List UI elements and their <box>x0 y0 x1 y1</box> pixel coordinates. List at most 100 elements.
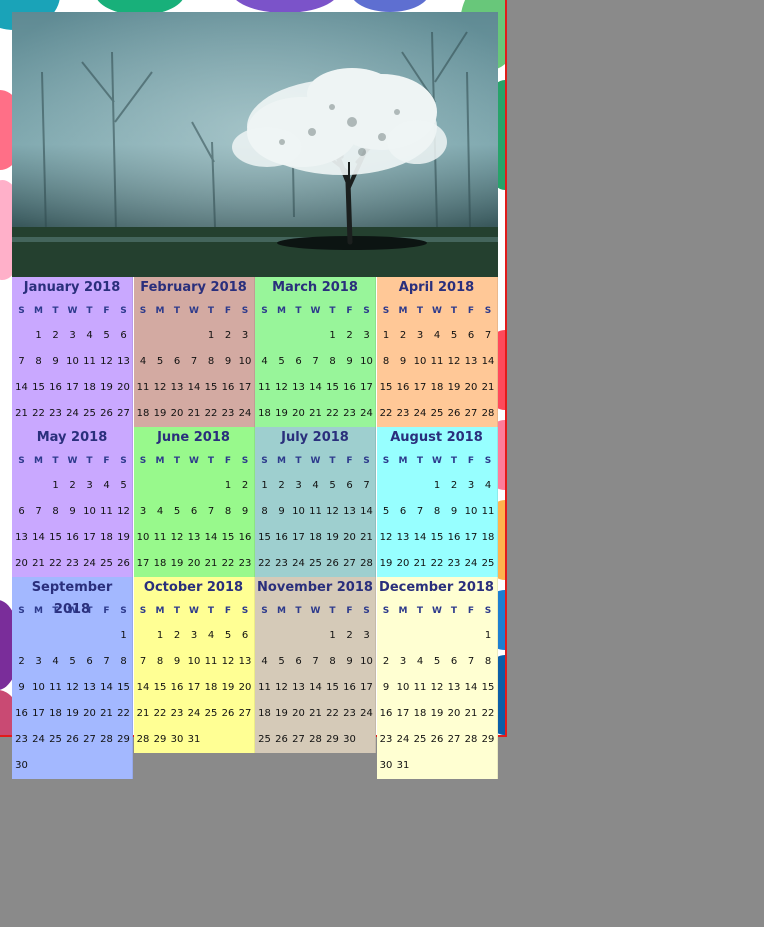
day-cell: 18 <box>49 708 62 719</box>
day-cell: 9 <box>399 356 407 367</box>
day-cell: 5 <box>433 656 441 667</box>
day-cell: 28 <box>309 734 322 745</box>
day-cell: 5 <box>382 506 390 517</box>
day-cell: 6 <box>295 656 302 667</box>
day-cell: 1 <box>433 480 441 491</box>
day-cell: 4 <box>484 480 492 491</box>
weekday-label: S <box>382 306 390 316</box>
day-cell: 18 <box>204 682 218 693</box>
day-cell: 25 <box>204 708 218 719</box>
day-cell: 19 <box>326 532 339 543</box>
weekday-label: S <box>120 606 127 616</box>
day-cell: 10 <box>360 356 373 367</box>
day-cell: 24 <box>413 408 427 419</box>
weekday-label: T <box>207 606 215 616</box>
day-cell: 12 <box>275 682 288 693</box>
day-cell: 10 <box>464 506 478 517</box>
day-cell: 26 <box>117 558 130 569</box>
day-cell: 22 <box>117 708 130 719</box>
day-cell: 16 <box>238 532 252 543</box>
day-cell: 1 <box>52 480 59 491</box>
day-cell: 4 <box>261 656 268 667</box>
day-cell: 10 <box>413 356 427 367</box>
day-cell: 3 <box>86 480 93 491</box>
weekday-label: W <box>189 456 199 466</box>
weekday-label: T <box>329 306 336 316</box>
day-cell: 24 <box>83 558 96 569</box>
day-cell: 5 <box>278 356 285 367</box>
day-cell: 22 <box>204 408 218 419</box>
day-cell: 4 <box>261 356 268 367</box>
weekday-label: T <box>52 306 59 316</box>
day-cell: 5 <box>103 330 110 341</box>
weekday-label: F <box>224 606 232 616</box>
day-cell: 23 <box>66 558 79 569</box>
day-cell: 4 <box>103 480 110 491</box>
weekday-label: S <box>139 606 147 616</box>
weekday-label: S <box>382 456 390 466</box>
empty-day-cell <box>256 623 273 649</box>
day-cell: 3 <box>363 330 370 341</box>
day-cell: 16 <box>343 682 356 693</box>
empty-day-cell <box>463 623 480 649</box>
day-cell: 22 <box>49 558 62 569</box>
day-cell: 8 <box>329 356 336 367</box>
day-cell: 12 <box>170 532 184 543</box>
weekday-label: T <box>416 306 424 316</box>
day-cell: 2 <box>18 656 25 667</box>
day-cell: 3 <box>295 480 302 491</box>
day-cell: 2 <box>69 480 76 491</box>
day-cell: 25 <box>430 408 444 419</box>
weekday-label: M <box>277 456 286 466</box>
day-cell: 10 <box>136 532 150 543</box>
day-cell: 23 <box>379 734 393 745</box>
day-cell: 17 <box>292 532 305 543</box>
weekday-label: T <box>450 306 458 316</box>
day-cell: 22 <box>326 408 339 419</box>
day-cell: 14 <box>32 532 45 543</box>
day-cell: 11 <box>258 382 271 393</box>
day-cell: 7 <box>190 356 198 367</box>
day-cell: 3 <box>69 330 76 341</box>
month-title: April 2018 <box>398 280 475 295</box>
day-cell: 2 <box>346 330 353 341</box>
day-cell: 12 <box>275 382 288 393</box>
day-cell: 11 <box>430 356 444 367</box>
day-cell: 18 <box>481 532 495 543</box>
day-cell: 25 <box>258 734 271 745</box>
day-cell: 18 <box>258 408 271 419</box>
day-cell: 4 <box>86 330 93 341</box>
day-cell: 30 <box>15 760 28 771</box>
day-cell: 5 <box>450 330 458 341</box>
day-cell: 24 <box>396 734 410 745</box>
day-cell: 23 <box>343 408 356 419</box>
day-cell: 8 <box>329 656 336 667</box>
day-cell: 15 <box>204 382 218 393</box>
day-cell: 6 <box>450 656 458 667</box>
day-cell: 27 <box>83 734 96 745</box>
day-cell: 25 <box>83 408 96 419</box>
month-block-11: November 2018 S M T W T F S 1 2 3 4 5 6 7 8 9 10 11 12 13 14 1… <box>255 577 376 753</box>
day-cell: 8 <box>120 656 127 667</box>
day-cell: 9 <box>173 656 181 667</box>
weekday-label: W <box>310 306 321 316</box>
day-cell: 16 <box>275 532 288 543</box>
day-cell: 23 <box>275 558 288 569</box>
day-cell: 18 <box>136 408 150 419</box>
day-cell: 10 <box>32 682 45 693</box>
day-cell: 15 <box>379 382 393 393</box>
day-cell: 26 <box>66 734 79 745</box>
weekday-label: M <box>277 306 286 316</box>
weekday-label: S <box>261 306 268 316</box>
day-cell: 23 <box>49 408 62 419</box>
day-cell: 18 <box>430 382 444 393</box>
weekday-label: T <box>86 306 93 316</box>
empty-day-cell <box>412 473 429 499</box>
day-cell: 11 <box>481 506 495 517</box>
day-cell: 6 <box>190 506 198 517</box>
day-cell: 21 <box>136 708 150 719</box>
day-cell: 9 <box>346 656 353 667</box>
day-cell: 14 <box>136 682 150 693</box>
day-cell: 15 <box>153 682 167 693</box>
day-cell: 23 <box>396 408 410 419</box>
